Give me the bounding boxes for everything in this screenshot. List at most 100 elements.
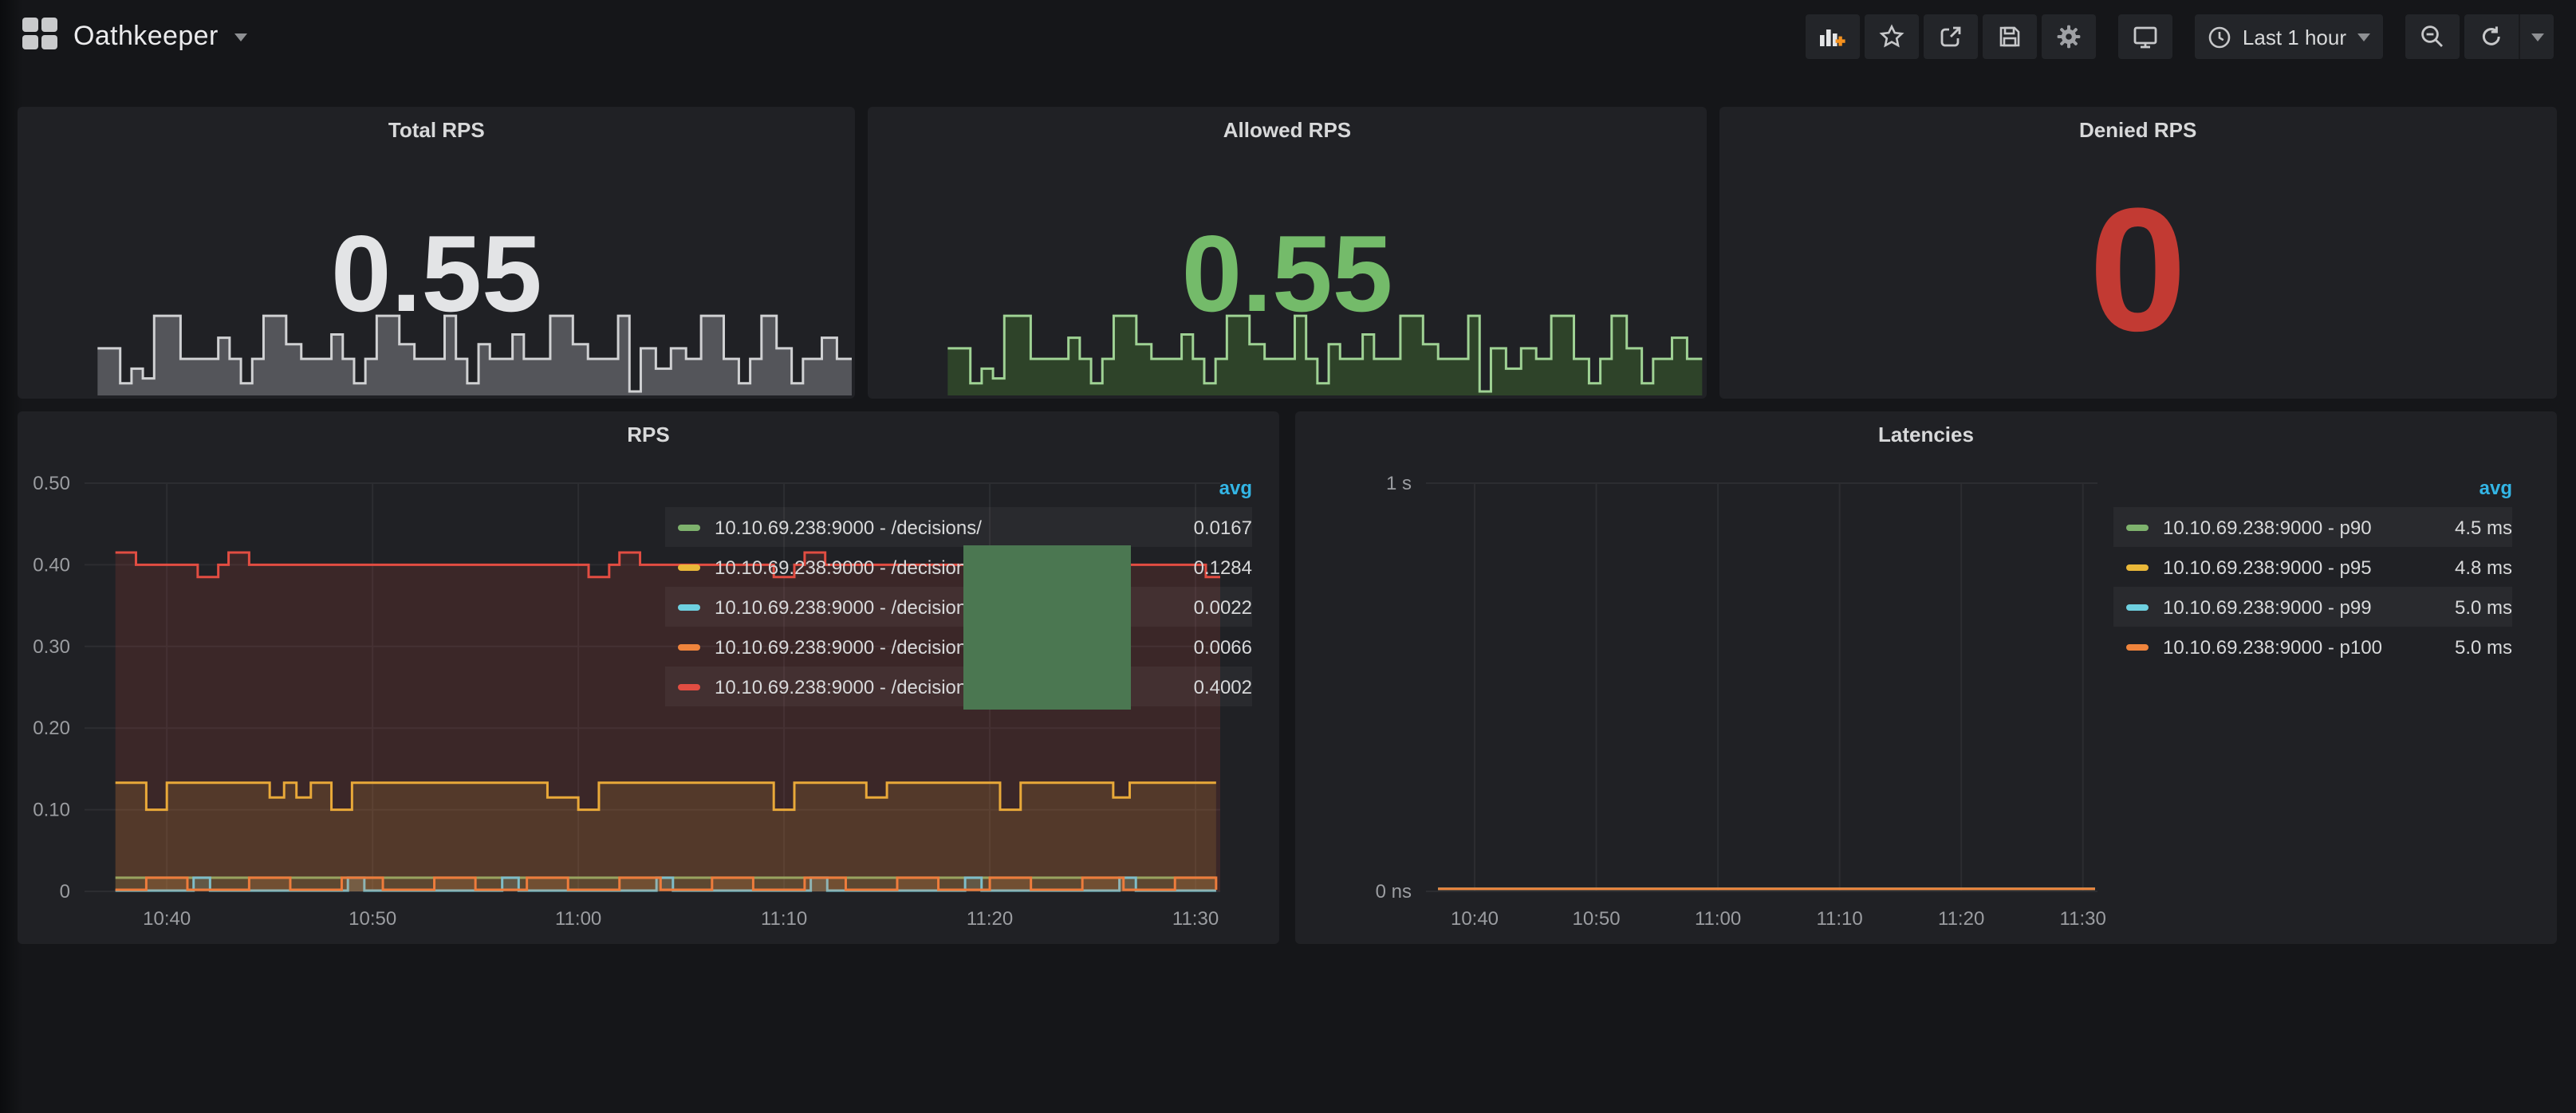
clock-icon [2208, 25, 2231, 49]
legend-series-swatch [2126, 604, 2149, 610]
svg-text:10:40: 10:40 [1451, 908, 1499, 930]
legend-series-avg-value: 0.1284 [1194, 556, 1252, 578]
legend-avg-header: avg [665, 469, 1252, 507]
share-icon [1938, 24, 1964, 49]
time-range-label: Last 1 hour [2243, 25, 2346, 49]
add-panel-icon [1819, 24, 1846, 49]
svg-text:0 ns: 0 ns [1376, 881, 1412, 903]
gear-icon [2056, 24, 2082, 49]
svg-text:0.10: 0.10 [33, 800, 70, 821]
legend-series-swatch [2126, 564, 2149, 570]
svg-text:11:20: 11:20 [967, 908, 1013, 930]
svg-text:0.20: 0.20 [33, 718, 70, 739]
legend-series-avg-value: 0.4002 [1194, 675, 1252, 698]
svg-text:11:00: 11:00 [555, 908, 601, 930]
panel-title[interactable]: RPS [18, 423, 1279, 446]
graph-panel-latencies: Latencies 0 ns 1 s 10:40 10:50 11:00 11:10 11:… [1295, 411, 2557, 944]
legend-series-avg-value: 4.5 ms [2455, 516, 2512, 538]
legend-series-avg-value: 0.0066 [1194, 635, 1252, 658]
chevron-down-icon [2531, 33, 2543, 41]
refresh-icon [2479, 24, 2504, 49]
legend-redaction-box [963, 545, 1131, 710]
star-button[interactable] [1865, 14, 1919, 59]
panel-title[interactable]: Allowed RPS [869, 118, 1707, 142]
graph-panel-row: RPS 0 0.10 0.20 0.30 0.40 0.50 10:40 10:50 11:00… [18, 411, 2557, 944]
rps-legend: avg10.10.69.238:9000 - /decisions/0.0167… [665, 469, 1252, 706]
svg-text:0.50: 0.50 [33, 473, 70, 494]
svg-text:11:10: 11:10 [1816, 908, 1862, 930]
legend-item[interactable]: 10.10.69.238:9000 - p995.0 ms [2113, 587, 2512, 627]
legend-series-swatch [678, 683, 700, 690]
svg-text:1 s: 1 s [1386, 473, 1412, 494]
panel-title[interactable]: Latencies [1295, 423, 2557, 446]
svg-text:11:30: 11:30 [1172, 908, 1219, 930]
legend-avg-header: avg [2113, 469, 2512, 507]
legend-series-swatch [2126, 643, 2149, 650]
latencies-legend: avg10.10.69.238:9000 - p904.5 ms10.10.69… [2113, 469, 2512, 667]
refresh-button[interactable] [2464, 14, 2519, 59]
panel-title[interactable]: Denied RPS [1719, 118, 2557, 142]
legend-item[interactable]: 10.10.69.238:9000 - p954.8 ms [2113, 547, 2512, 587]
cycle-view-button[interactable] [2118, 14, 2172, 59]
legend-series-name: 10.10.69.238:9000 - p90 [2163, 516, 2455, 538]
navbar: Oathkeeper [0, 0, 2576, 73]
svg-text:11:00: 11:00 [1695, 908, 1741, 930]
svg-text:0: 0 [60, 881, 70, 903]
settings-button[interactable] [2042, 14, 2096, 59]
save-icon [1997, 24, 2023, 49]
svg-text:10:50: 10:50 [1573, 908, 1621, 930]
graph-panel-rps: RPS 0 0.10 0.20 0.30 0.40 0.50 10:40 10:50 11:00… [18, 411, 1279, 944]
legend-series-swatch [678, 564, 700, 570]
svg-text:11:20: 11:20 [1938, 908, 1984, 930]
stat-panel-row: Total RPS 0.55 Allowed RPS 0.55 Denied R… [18, 107, 2557, 399]
monitor-icon [2133, 24, 2158, 49]
stat-panel-total-rps: Total RPS 0.55 [18, 107, 856, 399]
legend-series-name: 10.10.69.238:9000 - p95 [2163, 556, 2455, 578]
zoom-out-button[interactable] [2405, 14, 2460, 59]
legend-series-swatch [678, 604, 700, 610]
save-button[interactable] [1983, 14, 2037, 59]
legend-series-avg-value: 0.0167 [1194, 516, 1252, 538]
zoom-out-icon [2420, 24, 2445, 49]
legend-series-avg-value: 5.0 ms [2455, 596, 2512, 618]
legend-item[interactable]: 10.10.69.238:9000 - /decisions/0.0022 [665, 587, 1252, 627]
svg-text:11:30: 11:30 [2060, 908, 2106, 930]
chevron-down-icon [234, 33, 247, 41]
legend-series-avg-value: 4.8 ms [2455, 556, 2512, 578]
legend-item[interactable]: 10.10.69.238:9000 - /decisions/0.1284 [665, 547, 1252, 587]
dashboard-title: Oathkeeper [73, 21, 219, 53]
legend-item[interactable]: 10.10.69.238:9000 - /decisions/0.0167 [665, 507, 1252, 547]
svg-text:10:50: 10:50 [349, 908, 396, 930]
panel-title[interactable]: Total RPS [18, 118, 856, 142]
legend-series-swatch [678, 643, 700, 650]
chevron-down-icon [2357, 33, 2370, 41]
time-picker-button[interactable]: Last 1 hour [2195, 14, 2383, 59]
stat-panel-denied-rps: Denied RPS 0 [1719, 107, 2557, 399]
stat-value: 0.55 [869, 220, 1707, 328]
legend-item[interactable]: 10.10.69.238:9000 - p1005.0 ms [2113, 627, 2512, 667]
refresh-interval-dropdown[interactable] [2519, 14, 2554, 59]
legend-item[interactable]: 10.10.69.238:9000 - p904.5 ms [2113, 507, 2512, 547]
legend-item[interactable]: 10.10.69.238:9000 - /decisions/0.0066 [665, 627, 1252, 667]
legend-series-swatch [2126, 524, 2149, 530]
stat-panel-allowed-rps: Allowed RPS 0.55 [869, 107, 1707, 399]
legend-series-swatch [678, 524, 700, 530]
svg-text:10:40: 10:40 [143, 908, 191, 930]
stat-value: 0.55 [18, 220, 856, 328]
svg-text:11:10: 11:10 [761, 908, 807, 930]
legend-series-avg-value: 0.0022 [1194, 596, 1252, 618]
legend-item[interactable]: 10.10.69.238:9000 - /decisions/0.4002 [665, 667, 1252, 706]
add-panel-button[interactable] [1806, 14, 1860, 59]
star-icon [1879, 24, 1904, 49]
legend-series-avg-value: 5.0 ms [2455, 635, 2512, 658]
svg-text:0.40: 0.40 [33, 554, 70, 576]
svg-text:0.30: 0.30 [33, 636, 70, 658]
toolbar: Last 1 hour [1801, 14, 2554, 59]
grafana-dashboard: Oathkeeper [0, 0, 2576, 1113]
share-button[interactable] [1924, 14, 1978, 59]
refresh-button-group [2464, 14, 2554, 59]
stat-value: 0 [1719, 183, 2557, 359]
dashboard-title-picker[interactable]: Oathkeeper [22, 17, 247, 57]
legend-series-name: 10.10.69.238:9000 - /decisions/ [715, 516, 1194, 538]
dashboard-grid-icon [22, 17, 57, 57]
